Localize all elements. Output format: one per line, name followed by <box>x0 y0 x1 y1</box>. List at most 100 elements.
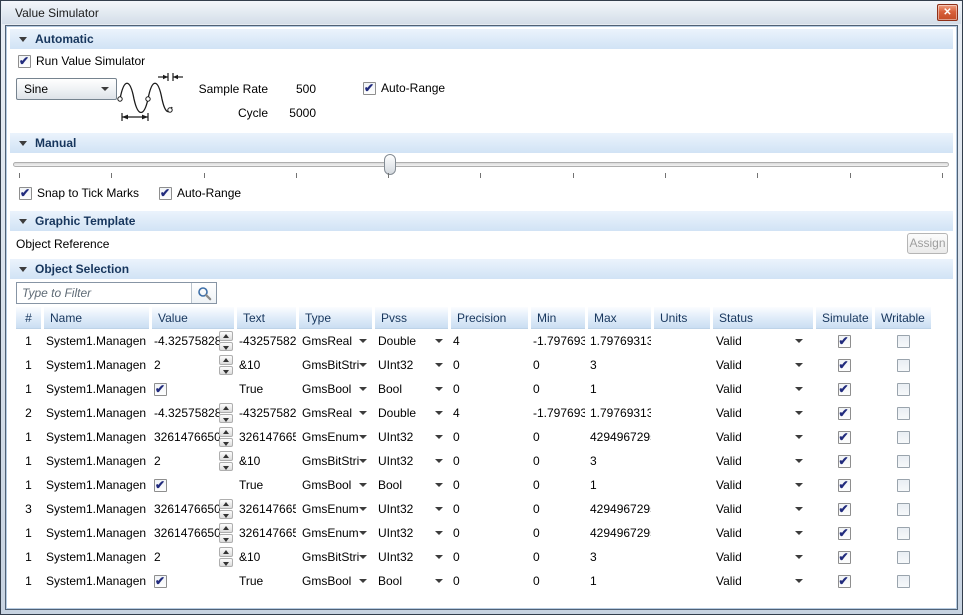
spinner-up-button[interactable] <box>219 427 233 437</box>
cell-status-dropdown[interactable]: Valid <box>713 353 813 377</box>
value-text[interactable]: 2 <box>154 449 161 473</box>
column-header-text[interactable]: Text <box>237 307 296 329</box>
cell-pvss-dropdown[interactable]: Double <box>375 401 448 425</box>
value-text[interactable]: 2 <box>154 545 161 569</box>
cell-status-dropdown[interactable]: Valid <box>713 425 813 449</box>
spinner-up-button[interactable] <box>219 355 233 365</box>
cell-value[interactable]: ✔ <box>152 377 234 401</box>
waveform-select[interactable]: Sine <box>16 78 117 100</box>
cell-status-dropdown[interactable]: Valid <box>713 473 813 497</box>
spinner-down-button[interactable] <box>219 534 233 544</box>
spinner-down-button[interactable] <box>219 342 233 352</box>
column-header-simulate[interactable]: Simulate <box>816 307 872 329</box>
column-header-type[interactable]: Type <box>299 307 372 329</box>
cell-pvss-dropdown[interactable]: UInt32 <box>375 497 448 521</box>
writable-checkbox[interactable] <box>897 575 910 588</box>
column-header-value[interactable]: Value <box>152 307 234 329</box>
writable-checkbox[interactable] <box>897 431 910 444</box>
cell-pvss-dropdown[interactable]: Bool <box>375 569 448 593</box>
table-row[interactable]: 1System1.Managen32614766503261476650GmsE… <box>16 521 936 545</box>
cell-value[interactable]: 3261476650 <box>152 425 234 449</box>
value-checkbox[interactable]: ✔ <box>154 383 167 396</box>
table-row[interactable]: 1System1.Managen✔TrueGmsBoolBool001Valid… <box>16 569 936 593</box>
value-checkbox[interactable]: ✔ <box>154 479 167 492</box>
search-button[interactable] <box>191 283 216 303</box>
writable-checkbox[interactable] <box>897 503 910 516</box>
table-row[interactable]: 1System1.Managen✔TrueGmsBoolBool001Valid… <box>16 473 936 497</box>
cell-type-dropdown[interactable]: GmsBitStri <box>299 545 372 569</box>
cell-value[interactable]: 3261476650 <box>152 497 234 521</box>
spinner-up-button[interactable] <box>219 499 233 509</box>
snap-to-ticks-checkbox[interactable]: ✔ <box>19 187 32 200</box>
cell-status-dropdown[interactable]: Valid <box>713 401 813 425</box>
spinner-down-button[interactable] <box>219 510 233 520</box>
value-text[interactable]: -4.32575828 <box>154 401 220 425</box>
cell-type-dropdown[interactable]: GmsEnum <box>299 497 372 521</box>
cell-status-dropdown[interactable]: Valid <box>713 377 813 401</box>
simulate-checkbox[interactable]: ✔ <box>838 527 851 540</box>
cell-pvss-dropdown[interactable]: UInt32 <box>375 425 448 449</box>
cell-pvss-dropdown[interactable]: UInt32 <box>375 353 448 377</box>
simulate-checkbox[interactable]: ✔ <box>838 479 851 492</box>
cell-status-dropdown[interactable]: Valid <box>713 545 813 569</box>
simulate-checkbox[interactable]: ✔ <box>838 359 851 372</box>
cell-type-dropdown[interactable]: GmsEnum <box>299 425 372 449</box>
value-text[interactable]: -4.32575828 <box>154 329 220 353</box>
table-row[interactable]: 1System1.Managen-4.32575828-43257582GmsR… <box>16 329 936 353</box>
cell-status-dropdown[interactable]: Valid <box>713 569 813 593</box>
value-text[interactable]: 3261476650 <box>154 425 220 449</box>
spinner-up-button[interactable] <box>219 331 233 341</box>
cell-status-dropdown[interactable]: Valid <box>713 497 813 521</box>
writable-checkbox[interactable] <box>897 455 910 468</box>
close-button[interactable]: ✕ <box>937 4 958 21</box>
column-header-pvss[interactable]: Pvss <box>375 307 448 329</box>
filter-input[interactable] <box>17 283 191 303</box>
table-row[interactable]: 1System1.Managen2&10GmsBitStriUInt32003V… <box>16 449 936 473</box>
column-header-max[interactable]: Max <box>588 307 651 329</box>
section-header-manual[interactable]: Manual <box>10 133 953 153</box>
cell-pvss-dropdown[interactable]: UInt32 <box>375 545 448 569</box>
table-row[interactable]: 1System1.Managen32614766503261476650GmsE… <box>16 425 936 449</box>
cell-type-dropdown[interactable]: GmsBool <box>299 569 372 593</box>
spinner-down-button[interactable] <box>219 366 233 376</box>
column-header-name[interactable]: Name <box>44 307 149 329</box>
writable-checkbox[interactable] <box>897 527 910 540</box>
value-text[interactable]: 2 <box>154 353 161 377</box>
cell-type-dropdown[interactable]: GmsBool <box>299 377 372 401</box>
simulate-checkbox[interactable]: ✔ <box>838 575 851 588</box>
cell-pvss-dropdown[interactable]: Bool <box>375 473 448 497</box>
cell-status-dropdown[interactable]: Valid <box>713 329 813 353</box>
column-header-min[interactable]: Min <box>531 307 585 329</box>
cell-status-dropdown[interactable]: Valid <box>713 449 813 473</box>
cell-type-dropdown[interactable]: GmsReal <box>299 401 372 425</box>
value-text[interactable]: 3261476650 <box>154 521 220 545</box>
cell-type-dropdown[interactable]: GmsBitStri <box>299 449 372 473</box>
cell-value[interactable]: 2 <box>152 353 234 377</box>
table-row[interactable]: 3System1.Managen32614766503261476650GmsE… <box>16 497 936 521</box>
spinner-down-button[interactable] <box>219 438 233 448</box>
cell-type-dropdown[interactable]: GmsBool <box>299 473 372 497</box>
spinner-up-button[interactable] <box>219 547 233 557</box>
column-header--[interactable]: # <box>16 307 41 329</box>
section-header-object-selection[interactable]: Object Selection <box>10 259 953 279</box>
writable-checkbox[interactable] <box>897 551 910 564</box>
cell-pvss-dropdown[interactable]: Double <box>375 329 448 353</box>
cell-pvss-dropdown[interactable]: UInt32 <box>375 521 448 545</box>
table-row[interactable]: 1System1.Managen✔TrueGmsBoolBool001Valid… <box>16 377 936 401</box>
simulate-checkbox[interactable]: ✔ <box>838 335 851 348</box>
cell-value[interactable]: 3261476650 <box>152 521 234 545</box>
cell-pvss-dropdown[interactable]: UInt32 <box>375 449 448 473</box>
cell-value[interactable]: 2 <box>152 545 234 569</box>
column-header-writable[interactable]: Writable <box>875 307 931 329</box>
writable-checkbox[interactable] <box>897 359 910 372</box>
writable-checkbox[interactable] <box>897 407 910 420</box>
writable-checkbox[interactable] <box>897 335 910 348</box>
simulate-checkbox[interactable]: ✔ <box>838 431 851 444</box>
table-row[interactable]: 2System1.Managen-4.32575828-43257582GmsR… <box>16 401 936 425</box>
cell-value[interactable]: ✔ <box>152 473 234 497</box>
simulate-checkbox[interactable]: ✔ <box>838 455 851 468</box>
cell-type-dropdown[interactable]: GmsEnum <box>299 521 372 545</box>
section-header-graphic-template[interactable]: Graphic Template <box>10 211 953 231</box>
writable-checkbox[interactable] <box>897 383 910 396</box>
column-header-precision[interactable]: Precision <box>451 307 528 329</box>
